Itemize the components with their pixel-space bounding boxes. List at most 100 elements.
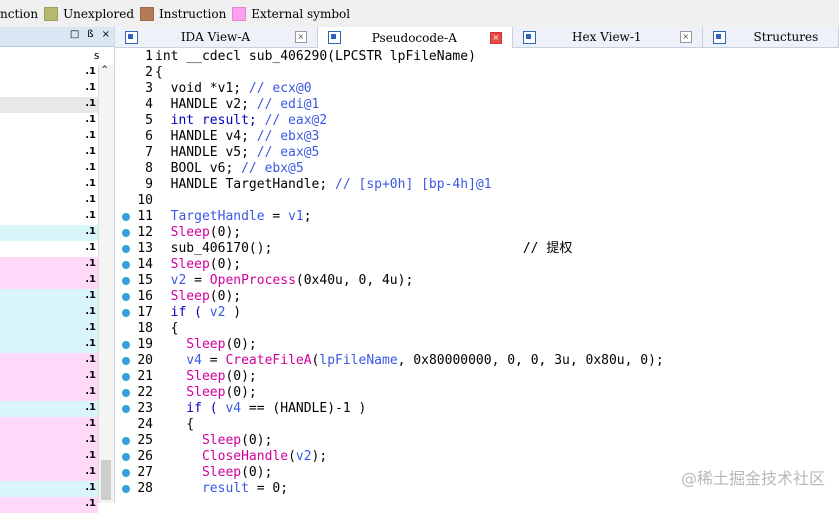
- code-token: (0);: [225, 337, 257, 352]
- function-row[interactable]: .1: [0, 449, 98, 465]
- function-row-mark: .1: [85, 466, 96, 477]
- tab-ida-view-a[interactable]: IDA View-A ×: [115, 27, 318, 47]
- code-line[interactable]: 21 Sleep(0);: [115, 369, 839, 385]
- code-text: {: [155, 321, 179, 336]
- function-row[interactable]: .1: [0, 481, 98, 497]
- code-line[interactable]: 15 v2 = OpenProcess(0x40u, 0, 4u);: [115, 273, 839, 289]
- code-line[interactable]: 4 HANDLE v2; // edi@1: [115, 97, 839, 113]
- breakpoint-dot-icon[interactable]: [122, 453, 130, 461]
- function-row[interactable]: .1: [0, 97, 98, 113]
- code-line[interactable]: 14 Sleep(0);: [115, 257, 839, 273]
- legend-bar: nction Unexplored Instruction External symb…: [0, 0, 839, 27]
- code-text: Sleep(0);: [155, 369, 256, 385]
- code-text: Sleep(0);: [155, 337, 257, 353]
- tab-structures[interactable]: Structures: [703, 27, 839, 47]
- function-row[interactable]: .1: [0, 257, 98, 273]
- function-row[interactable]: .1: [0, 289, 98, 305]
- code-line[interactable]: 1 int __cdecl sub_406290(LPCSTR lpFileNam…: [115, 49, 839, 65]
- function-row[interactable]: .1: [0, 337, 98, 353]
- code-line[interactable]: 19 Sleep(0);: [115, 337, 839, 353]
- scroll-up-icon[interactable]: ^: [102, 65, 107, 75]
- function-row[interactable]: .1: [0, 417, 98, 433]
- code-line[interactable]: 22 Sleep(0);: [115, 385, 839, 401]
- code-line[interactable]: 9 HANDLE TargetHandle; // [sp+0h] [bp-4h…: [115, 177, 839, 193]
- legend-swatch: [44, 6, 59, 21]
- breakpoint-dot-icon[interactable]: [122, 389, 130, 397]
- pseudocode-view[interactable]: @稀土掘金技术社区 1 int __cdecl sub_406290(LPCSTR…: [115, 48, 839, 503]
- code-line[interactable]: 7 HANDLE v5; // eax@5: [115, 145, 839, 161]
- code-line[interactable]: 24 {: [115, 417, 839, 433]
- function-row[interactable]: .1: [0, 273, 98, 289]
- code-line[interactable]: 2{: [115, 65, 839, 81]
- breakpoint-dot-icon[interactable]: [122, 293, 130, 301]
- restore-icon[interactable]: □: [70, 29, 79, 40]
- breakpoint-dot-icon[interactable]: [122, 373, 130, 381]
- breakpoint-dot-icon[interactable]: [122, 213, 130, 221]
- code-line[interactable]: 11 TargetHandle = v1;: [115, 209, 839, 225]
- function-row[interactable]: .1: [0, 225, 98, 241]
- code-line[interactable]: 12 Sleep(0);: [115, 225, 839, 241]
- breakpoint-dot-icon[interactable]: [122, 261, 130, 269]
- code-line[interactable]: 5 int result; // eax@2: [115, 113, 839, 129]
- function-row[interactable]: .1: [0, 401, 98, 417]
- breakpoint-dot-icon[interactable]: [122, 309, 130, 317]
- function-row[interactable]: .1: [0, 113, 98, 129]
- scrollbar[interactable]: ^: [98, 65, 114, 503]
- breakpoint-dot-icon[interactable]: [122, 469, 130, 477]
- breakpoint-dot-icon[interactable]: [122, 357, 130, 365]
- breakpoint-dot-icon[interactable]: [122, 405, 130, 413]
- tab-close-icon[interactable]: ×: [294, 31, 307, 43]
- function-row[interactable]: .1: [0, 129, 98, 145]
- function-row[interactable]: .1: [0, 497, 98, 513]
- tab-close-icon[interactable]: ×: [679, 31, 692, 43]
- code-token: HANDLE v2;: [155, 97, 257, 112]
- code-line[interactable]: 13 sub_406170(); // 提权: [115, 241, 839, 257]
- code-line[interactable]: 17 if ( v2 ): [115, 305, 839, 321]
- code-line[interactable]: 26 CloseHandle(v2);: [115, 449, 839, 465]
- function-row[interactable]: .1: [0, 81, 98, 97]
- code-line[interactable]: 20 v4 = CreateFileA(lpFileName, 0x800000…: [115, 353, 839, 369]
- code-line[interactable]: 16 Sleep(0);: [115, 289, 839, 305]
- code-line[interactable]: 3 void *v1; // ecx@0: [115, 81, 839, 97]
- function-row[interactable]: .1: [0, 65, 98, 81]
- tab-close-icon[interactable]: ×: [489, 31, 502, 44]
- function-row[interactable]: .1: [0, 161, 98, 177]
- breakpoint-dot-icon[interactable]: [122, 437, 130, 445]
- code-line[interactable]: 23 if ( v4 == (HANDLE)-1 ): [115, 401, 839, 417]
- tab-hex-view-1[interactable]: Hex View-1 ×: [513, 27, 703, 47]
- code-line[interactable]: 8 BOOL v6; // ebx@5: [115, 161, 839, 177]
- function-row[interactable]: .1: [0, 465, 98, 481]
- close-icon[interactable]: ×: [102, 29, 110, 40]
- function-row[interactable]: .1: [0, 353, 98, 369]
- code-text: BOOL v6; // ebx@5: [155, 161, 304, 177]
- code-token: =: [201, 353, 226, 368]
- code-line[interactable]: 6 HANDLE v4; // ebx@3: [115, 129, 839, 145]
- function-row[interactable]: .1: [0, 193, 98, 209]
- function-row[interactable]: .1: [0, 369, 98, 385]
- line-number: 26: [137, 449, 153, 464]
- line-number: 15: [137, 273, 153, 288]
- breakpoint-dot-icon[interactable]: [122, 229, 130, 237]
- scroll-thumb[interactable]: [101, 460, 111, 500]
- pin-icon[interactable]: ß: [87, 29, 93, 40]
- function-row[interactable]: .1: [0, 241, 98, 257]
- line-number: 22: [137, 385, 153, 400]
- code-line[interactable]: 18 {: [115, 321, 839, 337]
- function-row[interactable]: .1: [0, 433, 98, 449]
- breakpoint-dot-icon[interactable]: [122, 485, 130, 493]
- breakpoint-dot-icon[interactable]: [122, 245, 130, 253]
- function-row[interactable]: .1: [0, 209, 98, 225]
- function-row[interactable]: .1: [0, 305, 98, 321]
- code-line[interactable]: 27 Sleep(0);: [115, 465, 839, 481]
- code-line[interactable]: 10: [115, 193, 839, 209]
- function-row[interactable]: .1: [0, 385, 98, 401]
- breakpoint-dot-icon[interactable]: [122, 341, 130, 349]
- function-row-mark: .1: [85, 242, 96, 253]
- function-row[interactable]: .1: [0, 177, 98, 193]
- code-line[interactable]: 28 result = 0;: [115, 481, 839, 497]
- function-row[interactable]: .1: [0, 145, 98, 161]
- function-row[interactable]: .1: [0, 321, 98, 337]
- breakpoint-dot-icon[interactable]: [122, 277, 130, 285]
- code-line[interactable]: 25 Sleep(0);: [115, 433, 839, 449]
- tab-pseudocode-a[interactable]: Pseudocode-A ×: [317, 27, 513, 48]
